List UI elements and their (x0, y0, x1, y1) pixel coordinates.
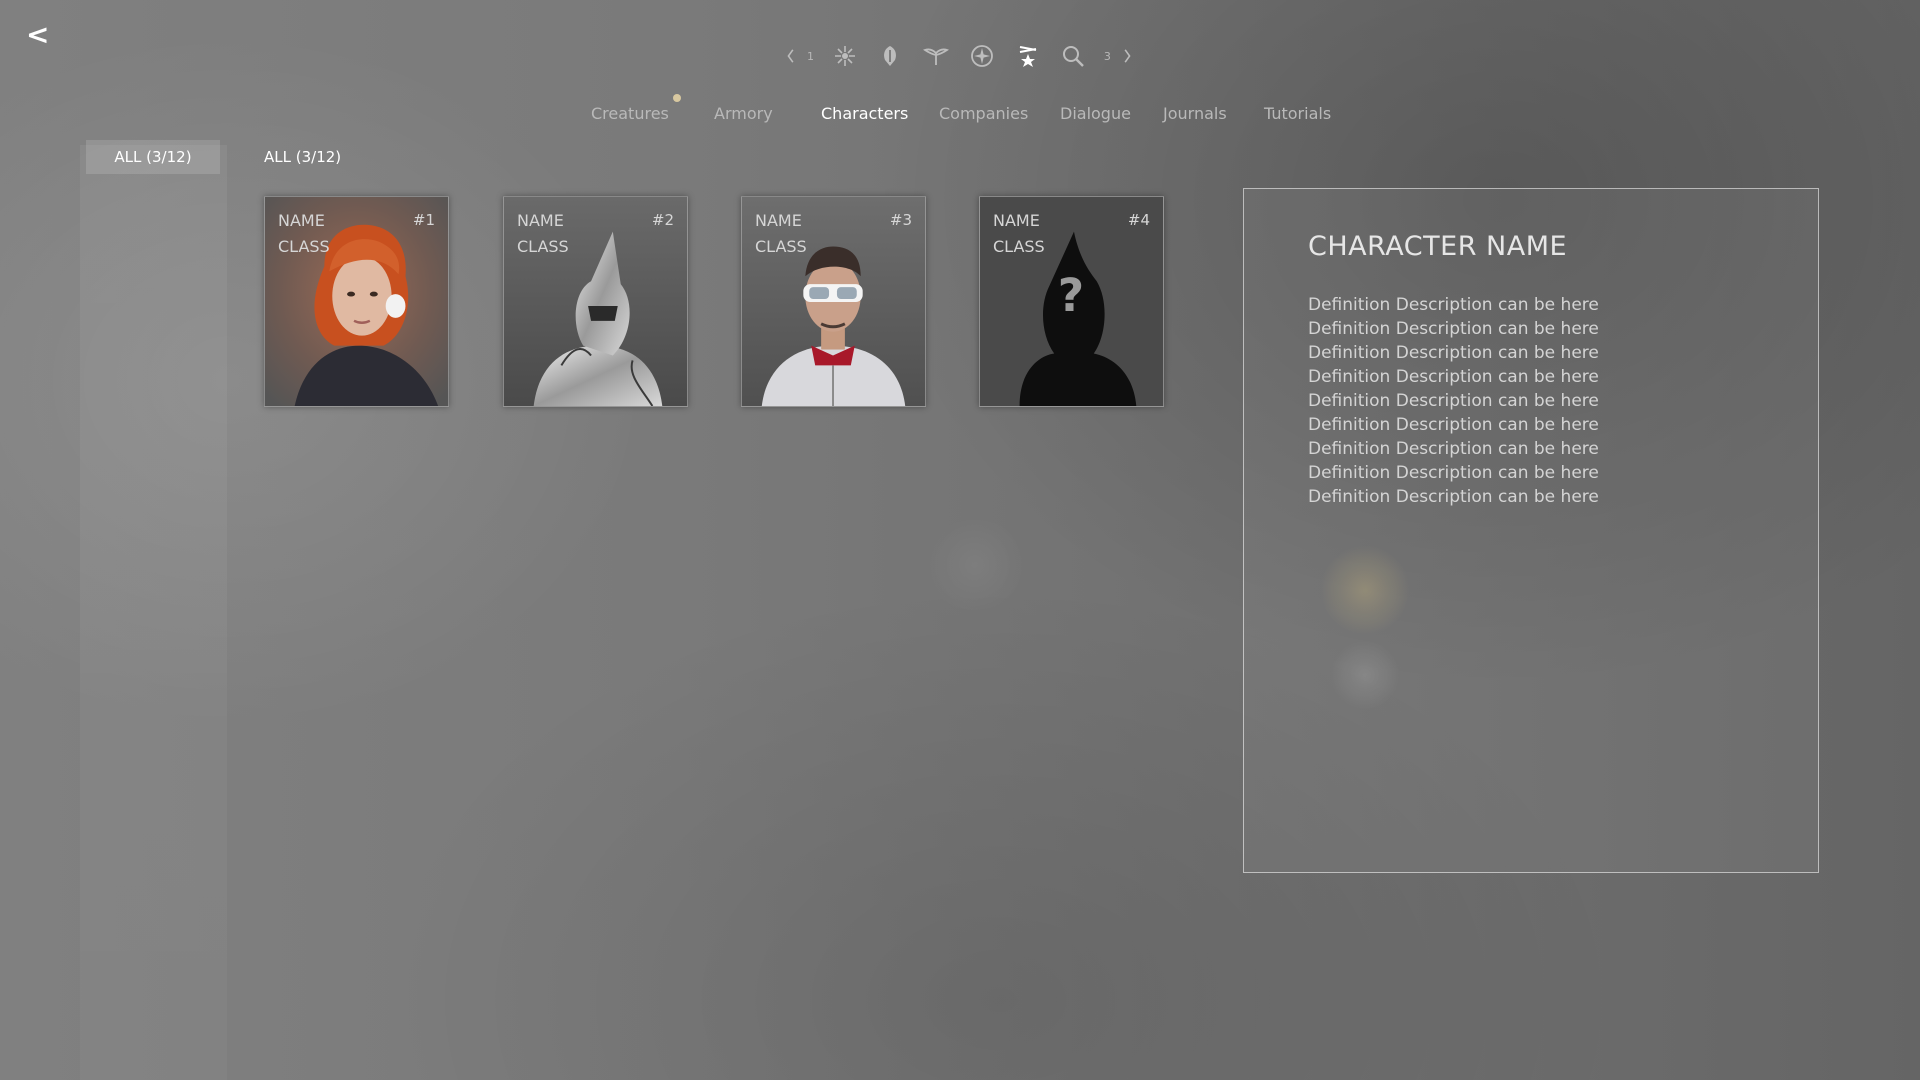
armory-icon (884, 46, 897, 66)
tab-label: Armory (714, 104, 773, 123)
character-detail-panel: CHARACTER NAME Definition Description ca… (1243, 188, 1819, 873)
description-line: Definition Description can be here (1308, 487, 1599, 507)
card-name: NAME (993, 211, 1040, 230)
tab-label: Creatures (591, 104, 669, 123)
card-name: NAME (278, 211, 325, 230)
card-number: #1 (412, 211, 435, 229)
card-class: CLASS (278, 237, 330, 256)
character-card-1[interactable]: NAME CLASS #1 (264, 196, 449, 407)
next-page-number: 3 (1103, 49, 1111, 63)
prev-page-button[interactable]: 1 (784, 41, 814, 71)
description-line: Definition Description can be here (1308, 319, 1599, 339)
grid-filter-all-button[interactable]: ALL (3/12) (264, 140, 341, 174)
card-name: NAME (755, 211, 802, 230)
tab-creatures[interactable]: Creatures (591, 94, 681, 123)
side-filter-all-button[interactable]: ALL (3/12) (86, 140, 220, 174)
notification-dot (672, 94, 681, 102)
card-class: CLASS (517, 237, 569, 256)
prev-page-number: 1 (807, 49, 814, 63)
category-armory[interactable] (875, 41, 905, 71)
next-page-button[interactable]: 3 (1104, 41, 1134, 71)
tab-label: Companies (939, 104, 1029, 123)
category-characters[interactable] (1013, 41, 1043, 71)
search-icon (1063, 46, 1085, 67)
question-mark-icon: ? (1058, 269, 1084, 322)
card-name: NAME (517, 211, 564, 230)
chevron-right-icon (1124, 49, 1131, 63)
side-filter-panel (80, 145, 227, 1080)
tab-characters[interactable]: Characters (821, 104, 908, 123)
description-line: Definition Description can be here (1308, 439, 1599, 459)
card-number: #2 (651, 211, 674, 229)
tab-companies[interactable]: Companies (939, 104, 1028, 123)
character-card-4-locked[interactable]: ? NAME CLASS #4 (979, 196, 1164, 407)
description-line: Definition Description can be here (1308, 463, 1599, 483)
background-glow (920, 520, 1030, 610)
tab-dialogue[interactable]: Dialogue (1060, 104, 1131, 123)
card-number: #3 (889, 211, 912, 229)
card-class: CLASS (755, 237, 807, 256)
category-search[interactable] (1058, 41, 1088, 71)
category-icon-bar: 1 3 (784, 38, 1134, 74)
tab-tutorials[interactable]: Tutorials (1264, 104, 1331, 123)
category-tabs: Creatures Armory Characters Companies Di… (578, 94, 1338, 128)
tab-label: Characters (821, 104, 909, 123)
category-creatures[interactable] (830, 41, 860, 71)
description-line: Definition Description can be here (1308, 415, 1599, 435)
description-line: Definition Description can be here (1308, 367, 1599, 387)
description-line: Definition Description can be here (1308, 343, 1599, 363)
description-line: Definition Description can be here (1308, 391, 1599, 411)
character-card-3[interactable]: NAME CLASS #3 (741, 196, 926, 407)
creatures-icon (834, 46, 855, 66)
description-line: Definition Description can be here (1308, 295, 1599, 315)
category-compass[interactable] (967, 41, 997, 71)
tab-label: Dialogue (1060, 104, 1131, 123)
card-class: CLASS (993, 237, 1045, 256)
characters-icon (1019, 46, 1036, 67)
back-button[interactable]: < (26, 20, 56, 50)
chevron-left-icon (787, 49, 794, 63)
card-number: #4 (1127, 211, 1150, 229)
compass-icon (970, 45, 993, 67)
tab-label: Tutorials (1264, 104, 1332, 123)
tab-journals[interactable]: Journals (1163, 104, 1227, 123)
tab-label: Journals (1163, 104, 1227, 123)
category-emblem[interactable] (921, 41, 951, 71)
wings-emblem-icon (923, 48, 950, 65)
character-description: Definition Description can be here Defin… (1308, 293, 1768, 509)
character-card-2[interactable]: NAME CLASS #2 (503, 196, 688, 407)
character-detail-title: CHARACTER NAME (1308, 231, 1568, 262)
tab-armory[interactable]: Armory (714, 104, 773, 123)
